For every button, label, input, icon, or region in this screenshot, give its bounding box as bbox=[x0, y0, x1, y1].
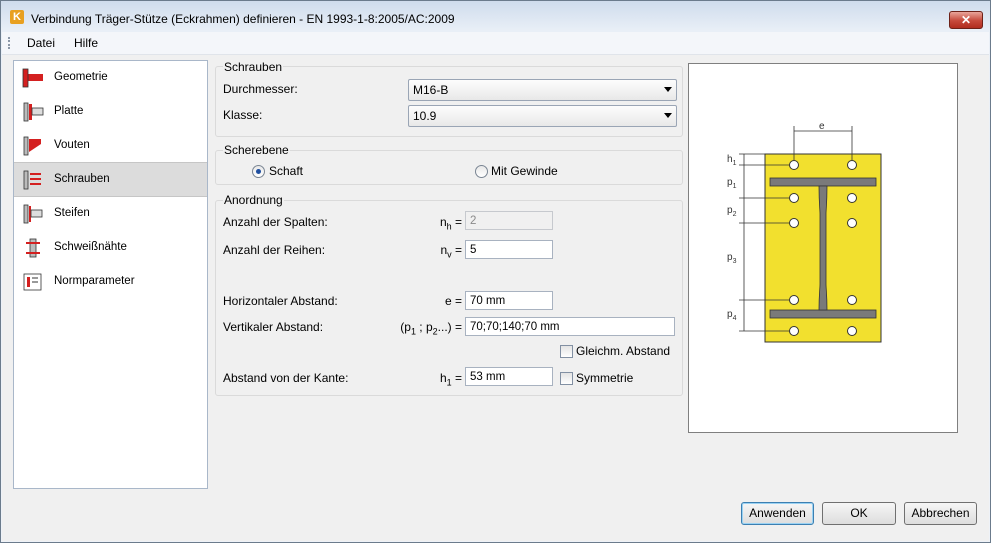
label-p4: p4 bbox=[727, 309, 737, 322]
vert-abstand-input[interactable]: 70;70;140;70 mm bbox=[465, 317, 675, 336]
symmetrie-checkbox[interactable] bbox=[560, 372, 573, 385]
durchmesser-label: Durchmesser: bbox=[223, 82, 298, 96]
nav-label-vouten: Vouten bbox=[54, 139, 90, 151]
radio-mit-gewinde[interactable] bbox=[475, 165, 488, 178]
apply-button[interactable]: Anwenden bbox=[741, 502, 814, 525]
chevron-down-icon bbox=[664, 113, 672, 118]
gleichm-abstand-label[interactable]: Gleichm. Abstand bbox=[576, 344, 670, 358]
haunch-icon bbox=[23, 136, 41, 156]
nav-item-vouten[interactable]: Vouten bbox=[14, 129, 207, 162]
dialog-content: Geometrie Platte Vouten Schrauben Steife… bbox=[2, 55, 989, 541]
kante-abstand-symbol: h1 = bbox=[439, 371, 462, 388]
nav-item-schweissnaehte[interactable]: Schweißnähte bbox=[14, 231, 207, 264]
horiz-abstand-input[interactable]: 70 mm bbox=[465, 291, 553, 310]
label-p2: p2 bbox=[727, 205, 737, 218]
spalten-label: Anzahl der Spalten: bbox=[223, 215, 328, 229]
geometry-icon bbox=[22, 68, 43, 88]
spalten-symbol: nh = bbox=[439, 215, 462, 232]
reihen-label: Anzahl der Reihen: bbox=[223, 243, 326, 257]
durchmesser-select[interactable]: M16-B bbox=[408, 79, 677, 101]
kante-abstand-label: Abstand von der Kante: bbox=[223, 371, 349, 385]
radio-mit-gewinde-label[interactable]: Mit Gewinde bbox=[491, 164, 558, 178]
close-button[interactable]: ✕ bbox=[949, 11, 983, 29]
nav-label-steifen: Steifen bbox=[54, 207, 90, 219]
radio-schaft-label[interactable]: Schaft bbox=[269, 164, 303, 178]
beam-flange-top bbox=[769, 177, 877, 187]
beam-flange-bottom bbox=[769, 309, 877, 319]
menu-bar: Datei Hilfe bbox=[2, 32, 989, 55]
label-p1: p1 bbox=[727, 177, 737, 190]
group-title-anordnung: Anordnung bbox=[223, 193, 284, 207]
stiffener-icon bbox=[23, 204, 43, 224]
label-p3: p3 bbox=[727, 252, 737, 265]
gleichm-abstand-checkbox[interactable] bbox=[560, 345, 573, 358]
klasse-label: Klasse: bbox=[223, 108, 263, 122]
navigation-list: Geometrie Platte Vouten Schrauben Steife… bbox=[13, 60, 208, 489]
nav-item-normparameter[interactable]: Normparameter bbox=[14, 265, 207, 298]
nav-label-geometrie: Geometrie bbox=[54, 71, 108, 83]
bolts-icon bbox=[23, 170, 41, 190]
menu-grip-icon bbox=[8, 37, 12, 49]
dialog-window: K Verbindung Träger-Stütze (Eckrahmen) d… bbox=[0, 0, 991, 543]
nav-label-schrauben: Schrauben bbox=[54, 173, 110, 185]
label-e: e bbox=[819, 121, 825, 132]
cancel-button[interactable]: Abbrechen bbox=[904, 502, 977, 525]
klasse-value: 10.9 bbox=[413, 109, 437, 123]
bolt-layout-drawing: e h1 p1 p2 p3 p4 bbox=[727, 121, 882, 343]
spalten-input: 2 bbox=[465, 211, 553, 230]
window-title: Verbindung Träger-Stütze (Eckrahmen) def… bbox=[31, 12, 455, 26]
group-title-scherebene: Scherebene bbox=[223, 143, 290, 157]
plate-icon bbox=[23, 102, 44, 122]
app-icon: K bbox=[10, 10, 24, 24]
welds-icon bbox=[26, 238, 40, 258]
menu-hilfe[interactable]: Hilfe bbox=[74, 36, 98, 50]
title-bar: K Verbindung Träger-Stütze (Eckrahmen) d… bbox=[1, 1, 990, 31]
nav-item-geometrie[interactable]: Geometrie bbox=[14, 61, 207, 94]
horiz-abstand-symbol: e = bbox=[444, 294, 462, 308]
nav-item-steifen[interactable]: Steifen bbox=[14, 197, 207, 230]
reihen-symbol: nv = bbox=[440, 243, 462, 260]
nav-label-platte: Platte bbox=[54, 105, 84, 117]
beam-web bbox=[818, 185, 828, 311]
vert-abstand-symbol: (p1 ; p2...) = bbox=[400, 320, 462, 337]
code-parameters-icon bbox=[23, 273, 42, 291]
horiz-abstand-label: Horizontaler Abstand: bbox=[223, 294, 338, 308]
menu-datei[interactable]: Datei bbox=[27, 36, 55, 50]
symmetrie-label[interactable]: Symmetrie bbox=[576, 371, 633, 385]
ok-button[interactable]: OK bbox=[822, 502, 896, 525]
vert-abstand-label: Vertikaler Abstand: bbox=[223, 320, 324, 334]
durchmesser-value: M16-B bbox=[413, 83, 449, 97]
chevron-down-icon bbox=[664, 87, 672, 92]
kante-abstand-input[interactable]: 53 mm bbox=[465, 367, 553, 386]
group-title-schrauben: Schrauben bbox=[223, 60, 284, 74]
nav-item-schrauben[interactable]: Schrauben bbox=[14, 162, 207, 197]
nav-label-normparameter: Normparameter bbox=[54, 275, 135, 287]
label-h1: h1 bbox=[727, 154, 737, 167]
nav-label-schweissnaehte: Schweißnähte bbox=[54, 241, 127, 253]
nav-item-platte[interactable]: Platte bbox=[14, 95, 207, 128]
klasse-select[interactable]: 10.9 bbox=[408, 105, 677, 127]
connection-preview: e h1 p1 p2 p3 p4 bbox=[688, 63, 958, 433]
reihen-input[interactable]: 5 bbox=[465, 240, 553, 259]
radio-schaft[interactable] bbox=[252, 165, 265, 178]
